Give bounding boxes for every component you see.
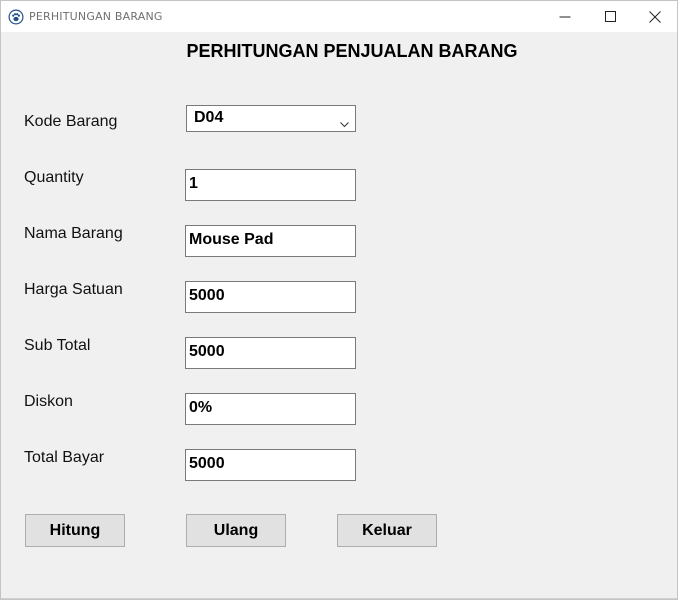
- window-title: PERHITUNGAN BARANG: [29, 10, 163, 23]
- total-bayar-value: 5000: [189, 455, 225, 472]
- close-button[interactable]: [632, 1, 678, 32]
- quantity-field[interactable]: 1: [185, 169, 356, 201]
- kode-barang-value: D04: [194, 109, 224, 126]
- harga-satuan-field[interactable]: 5000: [185, 281, 356, 313]
- total-bayar-field[interactable]: 5000: [185, 449, 356, 481]
- quantity-label: Quantity: [24, 169, 84, 186]
- minimize-button[interactable]: [542, 1, 588, 32]
- sub-total-value: 5000: [189, 343, 225, 360]
- nama-barang-label: Nama Barang: [24, 225, 123, 242]
- app-window: PERHITUNGAN BARANG PERHITUNGAN PENJUALAN…: [0, 0, 678, 600]
- diskon-field[interactable]: 0%: [185, 393, 356, 425]
- title-bar[interactable]: PERHITUNGAN BARANG: [1, 1, 677, 32]
- maximize-icon: [605, 11, 616, 22]
- maximize-button[interactable]: [588, 1, 634, 32]
- quantity-value: 1: [189, 175, 198, 192]
- harga-satuan-label: Harga Satuan: [24, 281, 123, 298]
- diskon-label: Diskon: [24, 393, 73, 410]
- chevron-down-icon: [340, 115, 349, 133]
- window-bottom-border: [1, 598, 677, 599]
- kode-barang-select[interactable]: D04: [186, 105, 356, 132]
- minimize-icon: [559, 16, 571, 18]
- nama-barang-value: Mouse Pad: [189, 231, 274, 248]
- ulang-button[interactable]: Ulang: [186, 514, 286, 547]
- nama-barang-field[interactable]: Mouse Pad: [185, 225, 356, 257]
- total-bayar-label: Total Bayar: [24, 449, 105, 466]
- harga-satuan-value: 5000: [189, 287, 225, 304]
- hitung-button[interactable]: Hitung: [25, 514, 125, 547]
- diskon-value: 0%: [189, 399, 213, 416]
- keluar-button[interactable]: Keluar: [337, 514, 437, 547]
- paw-icon: [8, 9, 24, 25]
- sub-total-label: Sub Total: [24, 337, 91, 354]
- form-heading: PERHITUNGAN PENJUALAN BARANG: [186, 41, 518, 61]
- close-icon: [649, 11, 661, 23]
- sub-total-field[interactable]: 5000: [185, 337, 356, 369]
- kode-barang-label: Kode Barang: [24, 113, 118, 130]
